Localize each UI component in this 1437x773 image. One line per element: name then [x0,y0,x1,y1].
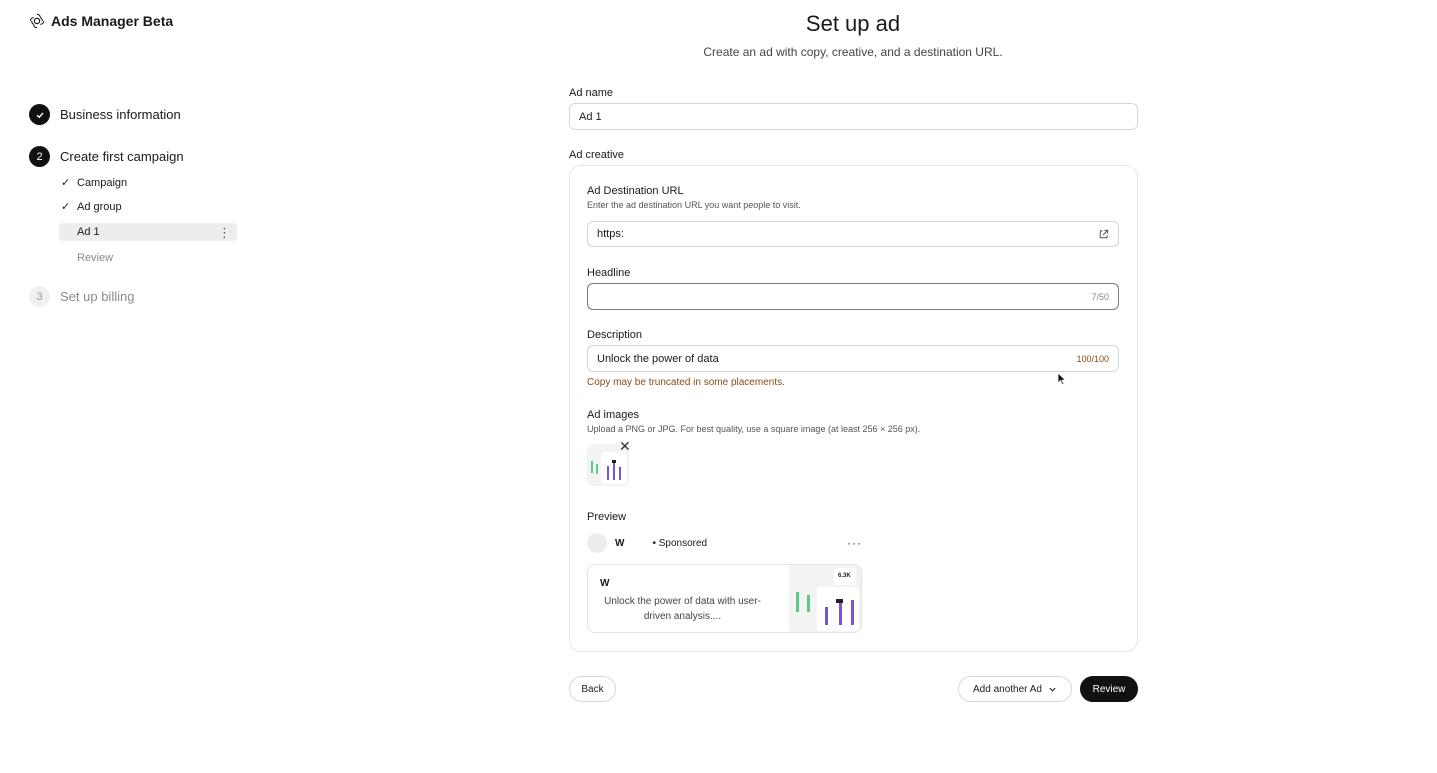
substep-label: Ad group [77,200,122,213]
sponsored-label: • Sponsored [652,537,708,549]
ad-name-label: Ad name [569,87,614,99]
ad-creative-label: Ad creative [569,149,625,161]
substep-review[interactable]: Review [77,252,113,264]
step-label: Set up billing [60,289,135,304]
check-icon: ✓ [61,177,71,189]
back-button-label: Back [581,683,604,695]
destination-url-help: Enter the ad destination URL you want pe… [587,200,801,210]
step-set-up-billing[interactable]: 3 Set up billing [29,286,134,307]
destination-url-input[interactable]: https: [587,221,1119,247]
preview-label: Preview [587,511,627,523]
page-subtitle: Create an ad with copy, creative, and a … [703,45,1003,59]
review-button-label: Review [1092,683,1126,695]
mouse-cursor-icon [1057,372,1067,386]
headline-label: Headline [587,267,631,279]
ad-images-label: Ad images [587,409,639,421]
preview-card-title: W [600,578,610,589]
external-link-icon[interactable] [1098,229,1109,240]
substep-label: Review [77,252,114,264]
check-icon: ✓ [61,201,71,213]
substep-campaign[interactable]: ✓ Campaign [61,176,128,190]
step-create-first-campaign[interactable]: 2 Create first campaign [29,146,184,167]
substep-ad-1[interactable]: Ad 1 ⋮ [59,223,237,241]
more-options-icon[interactable]: ··· [847,536,862,550]
advertiser-avatar [587,533,607,553]
review-button[interactable]: Review [1080,676,1138,702]
add-another-ad-button[interactable]: Add another Ad [958,676,1072,702]
ad-preview-card: W Unlock the power of data with user-dri… [587,564,862,633]
step-number: 2 [29,146,50,167]
ad-images-help: Upload a PNG or JPG. For best quality, u… [587,424,921,434]
preview-card-description: Unlock the power of data with user-drive… [604,596,761,622]
preview-header: W • Sponsored ··· [587,533,862,553]
ad-name-input[interactable]: Ad 1 [569,103,1138,130]
step-number: 3 [29,286,50,307]
ad-name-value: Ad 1 [579,110,602,123]
page-title: Set up ad [805,11,901,36]
add-another-ad-label: Add another Ad [973,683,1042,695]
step-business-information[interactable]: Business information [29,104,181,125]
advertiser-name: W [615,537,625,549]
remove-image-icon[interactable]: ✕ [619,439,631,453]
destination-url-value: https: [597,228,624,240]
description-counter: 100/100 [1076,353,1109,364]
more-options-icon[interactable]: ⋮ [218,226,231,239]
preview-card-image: 6.3K [789,565,861,632]
description-input[interactable]: Unlock the power of data 100/100 [587,345,1119,372]
chevron-down-icon [1049,687,1056,692]
step-label: Create first campaign [60,149,184,164]
substep-label: Ad 1 [77,226,100,238]
substep-ad-group[interactable]: ✓ Ad group [61,200,122,214]
description-value: Unlock the power of data [597,352,719,365]
headline-input[interactable]: 7/50 [587,283,1119,310]
check-circle-icon [29,104,50,125]
preview-image-badge: 6.3K [838,573,851,579]
step-label: Business information [60,107,181,122]
back-button[interactable]: Back [569,676,616,702]
description-label: Description [587,329,643,341]
substep-label: Campaign [77,176,128,189]
destination-url-label: Ad Destination URL [587,185,684,197]
truncation-warning: Copy may be truncated in some placements… [587,377,785,388]
headline-counter: 7/50 [1091,291,1109,302]
